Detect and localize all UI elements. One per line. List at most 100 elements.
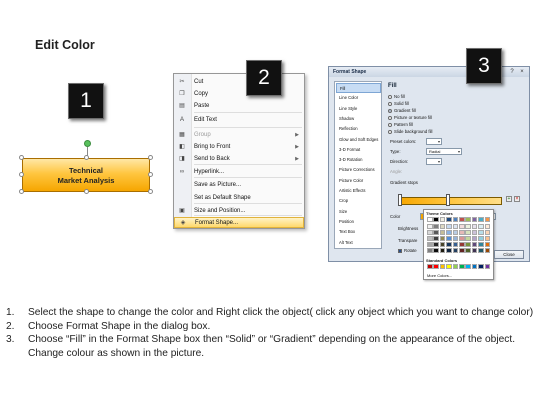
color-swatch[interactable] (452, 236, 459, 241)
color-swatch[interactable] (446, 236, 452, 241)
resize-handle[interactable] (148, 189, 153, 194)
color-swatch[interactable] (439, 217, 446, 222)
color-swatch[interactable] (458, 224, 465, 229)
color-swatch[interactable] (484, 242, 491, 247)
context-menu-item[interactable]: ◧ Bring to Front ▶ (174, 142, 304, 153)
color-swatch[interactable] (458, 217, 465, 222)
category-item[interactable]: Line Color (336, 93, 381, 103)
color-swatch[interactable] (465, 217, 471, 222)
resize-handle[interactable] (19, 172, 24, 177)
category-item[interactable]: Picture Corrections (336, 165, 381, 175)
color-swatch[interactable] (458, 236, 465, 241)
color-swatch[interactable] (427, 236, 433, 241)
context-menu-item[interactable]: ◈ Format Shape... (174, 217, 304, 228)
rotate-with-shape-checkbox[interactable]: Rotate (398, 247, 417, 254)
resize-handle[interactable] (84, 189, 89, 194)
color-swatch[interactable] (452, 230, 459, 235)
color-swatch[interactable] (471, 224, 478, 229)
rotation-handle[interactable] (84, 140, 91, 147)
type-dropdown[interactable]: Radial (426, 148, 462, 155)
help-icon[interactable]: ? (508, 68, 516, 76)
color-swatch[interactable] (471, 242, 478, 247)
resize-handle[interactable] (84, 155, 89, 160)
color-swatch[interactable] (439, 242, 446, 247)
color-swatch[interactable] (471, 217, 478, 222)
color-swatch[interactable] (452, 242, 459, 247)
more-colors-link[interactable]: More Colors... (427, 273, 452, 278)
radio-button[interactable] (388, 115, 392, 120)
color-swatch[interactable] (458, 242, 465, 247)
category-item[interactable]: Glow and Soft Edges (336, 135, 381, 145)
gradient-stop-handle[interactable] (446, 194, 450, 206)
radio-button[interactable] (388, 101, 392, 106)
color-swatch[interactable] (465, 242, 471, 247)
fill-option-radio[interactable]: Slide background fill (388, 128, 432, 135)
color-swatch[interactable] (433, 264, 439, 269)
color-swatch[interactable] (433, 217, 439, 222)
category-item[interactable]: 3-D Rotation (336, 155, 381, 165)
category-item[interactable]: Alt Text (336, 238, 381, 248)
color-swatch[interactable] (484, 224, 491, 229)
context-menu-item[interactable]: ❐ Copy (174, 89, 304, 100)
color-swatch[interactable] (471, 264, 478, 269)
color-swatch[interactable] (452, 217, 459, 222)
color-swatch[interactable] (471, 248, 478, 253)
fill-option-radio[interactable]: Gradient fill (388, 107, 416, 114)
color-swatch[interactable] (458, 248, 465, 253)
selected-shape-group[interactable]: Technical Market Analysis (18, 140, 154, 194)
color-swatch[interactable] (427, 230, 433, 235)
category-item[interactable]: Text Box (336, 227, 381, 237)
color-swatch[interactable] (427, 217, 433, 222)
color-swatch[interactable] (471, 236, 478, 241)
color-swatch[interactable] (433, 242, 439, 247)
category-item[interactable]: Picture Color (336, 176, 381, 186)
radio-button[interactable] (388, 108, 392, 113)
color-swatch[interactable] (433, 236, 439, 241)
preset-colors-dropdown[interactable] (426, 138, 442, 145)
color-swatch[interactable] (427, 242, 433, 247)
radio-button[interactable] (388, 129, 392, 134)
color-swatch[interactable] (478, 230, 484, 235)
color-swatch[interactable] (446, 230, 452, 235)
technical-market-analysis-shape[interactable]: Technical Market Analysis (22, 158, 150, 192)
color-swatch[interactable] (427, 264, 433, 269)
color-swatch[interactable] (439, 264, 446, 269)
context-menu-item[interactable]: ▤ Paste (174, 101, 304, 112)
radio-button[interactable] (388, 122, 392, 127)
color-swatch[interactable] (446, 242, 452, 247)
color-swatch[interactable] (427, 224, 433, 229)
radio-button[interactable] (388, 94, 392, 99)
fill-option-radio[interactable]: No fill (388, 93, 405, 100)
color-swatch[interactable] (478, 248, 484, 253)
color-swatch[interactable] (446, 217, 452, 222)
color-swatch[interactable] (465, 224, 471, 229)
remove-stop-icon[interactable]: × (514, 196, 520, 202)
context-menu-item[interactable]: ✂ Cut (174, 77, 304, 88)
gradient-stops-bar[interactable] (398, 197, 502, 205)
category-item[interactable]: Artistic Effects (336, 186, 381, 196)
color-swatch[interactable] (478, 224, 484, 229)
context-menu-item[interactable]: Save as Picture... (174, 180, 304, 191)
color-swatch[interactable] (465, 236, 471, 241)
color-swatch[interactable] (433, 224, 439, 229)
color-swatch[interactable] (452, 248, 459, 253)
fill-option-radio[interactable]: Picture or texture fill (388, 114, 432, 121)
direction-dropdown[interactable] (426, 158, 442, 165)
fill-option-radio[interactable]: Solid fill (388, 100, 409, 107)
color-swatch[interactable] (478, 242, 484, 247)
color-swatch[interactable] (439, 224, 446, 229)
category-item[interactable]: Position (336, 217, 381, 227)
category-item[interactable]: 3-D Format (336, 145, 381, 155)
category-item[interactable]: Shadow (336, 114, 381, 124)
color-swatch[interactable] (471, 230, 478, 235)
close-button[interactable]: Close (494, 250, 524, 259)
color-swatch[interactable] (452, 224, 459, 229)
color-swatch[interactable] (452, 264, 459, 269)
resize-handle[interactable] (148, 172, 153, 177)
resize-handle[interactable] (19, 189, 24, 194)
category-item[interactable]: Crop (336, 196, 381, 206)
color-swatch[interactable] (439, 230, 446, 235)
color-swatch[interactable] (484, 248, 491, 253)
color-swatch[interactable] (465, 230, 471, 235)
color-swatch[interactable] (484, 236, 491, 241)
